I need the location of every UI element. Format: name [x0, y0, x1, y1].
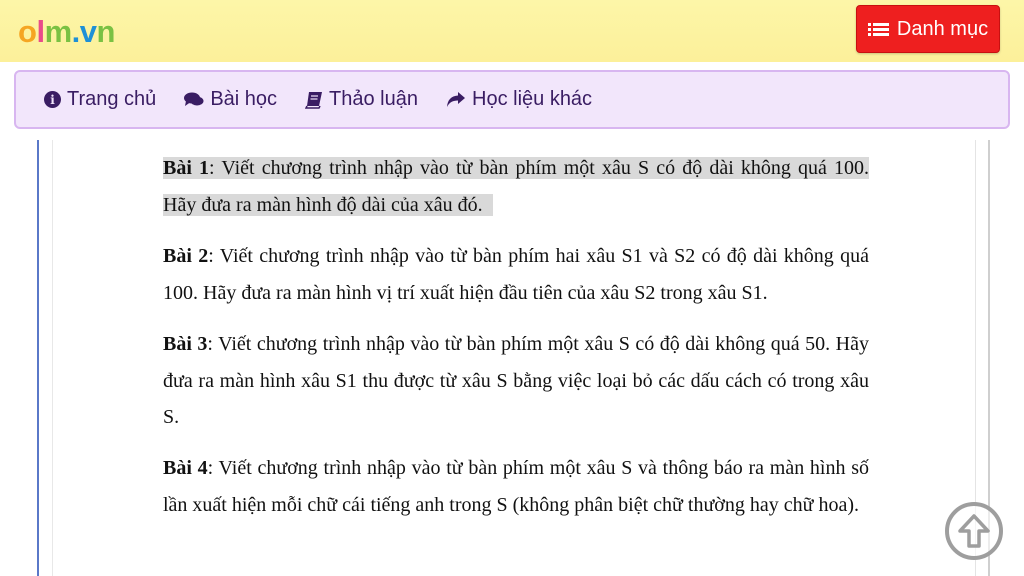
exercise-text: : Viết chương trình nhập vào từ bàn phím…: [163, 333, 869, 428]
document-border-left-inner: [52, 140, 53, 576]
menu-button[interactable]: Danh mục: [856, 5, 1000, 53]
book-icon: [305, 91, 323, 109]
list-icon: [867, 22, 889, 36]
exercise-1: Bài 1: Viết chương trình nhập vào từ bàn…: [163, 150, 870, 223]
menu-button-label: Danh mục: [896, 17, 989, 40]
exercise-2: Bài 2: Viết chương trình nhập vào từ bàn…: [163, 238, 869, 311]
site-logo[interactable]: olm.vn: [18, 14, 115, 50]
scroll-to-top-button[interactable]: [945, 502, 1003, 560]
comments-icon: [184, 92, 204, 108]
exercise-text: : Viết chương trình nhập vào từ bàn phím…: [163, 457, 869, 516]
main-nav: i Trang chủ Bài học Thảo luận Học liệu k…: [14, 70, 1010, 129]
top-header: olm.vn Danh mục: [0, 0, 1024, 62]
arrow-up-circle-icon: [958, 514, 990, 548]
exercise-text: : Viết chương trình nhập vào từ bàn phím…: [163, 157, 870, 216]
nav-item-lessons[interactable]: Bài học: [184, 88, 277, 111]
nav-item-label: Học liệu khác: [472, 88, 593, 110]
nav-item-discussion[interactable]: Thảo luận: [305, 88, 418, 111]
share-icon: [446, 91, 466, 109]
exercise-title: Bài 4: [163, 457, 208, 479]
nav-item-label: Trang chủ: [67, 88, 157, 110]
nav-item-home[interactable]: i Trang chủ: [44, 88, 156, 111]
nav-item-label: Bài học: [210, 88, 278, 110]
exercise-title: Bài 2: [163, 245, 209, 267]
nav-item-label: Thảo luận: [329, 88, 418, 110]
document-border-left: [37, 140, 39, 576]
info-circle-icon: i: [44, 91, 61, 108]
exercise-4: Bài 4: Viết chương trình nhập vào từ bàn…: [163, 450, 869, 523]
exercise-text: : Viết chương trình nhập vào từ bàn phím…: [163, 245, 869, 304]
exercise-title: Bài 3: [163, 333, 208, 355]
nav-item-other-materials[interactable]: Học liệu khác: [446, 88, 592, 111]
exercise-3: Bài 3: Viết chương trình nhập vào từ bàn…: [163, 326, 869, 436]
exercise-title: Bài 1: [163, 157, 210, 179]
